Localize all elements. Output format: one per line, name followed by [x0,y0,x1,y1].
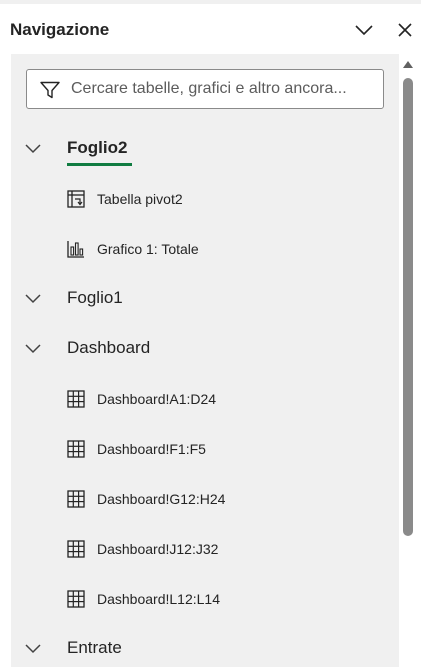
pane-header: Navigazione [0,4,421,54]
active-sheet-indicator [67,163,132,166]
tree-item-label: Tabella pivot2 [97,191,183,207]
search-input[interactable] [71,78,376,100]
tree-item-pivot-table[interactable]: Tabella pivot2 [11,179,399,219]
pane-title: Navigazione [10,20,110,39]
tree-group-dashboard[interactable]: Dashboard [11,329,399,369]
bar-chart-icon [67,241,84,258]
filter-icon [40,81,60,99]
range-grid-icon [67,390,85,408]
tree-group-label: Dashboard [67,338,151,357]
chevron-down-icon[interactable] [24,641,42,657]
tree-item-label: Dashboard!A1:D24 [97,391,217,407]
close-pane-button[interactable] [392,17,418,43]
tree-item-label: Dashboard!L12:L14 [97,591,220,607]
tree-group-label: Entrate [67,638,122,657]
tree-item-label: Dashboard!F1:F5 [97,441,206,457]
range-grid-icon [67,590,85,608]
navigation-tree-panel: Foglio2 Tabella pivot2 Grafico 1: Totale [11,54,399,667]
navigation-pane: Navigazione Foglio2 [0,0,421,667]
chevron-down-icon [355,25,373,36]
tree-item-label: Dashboard!J12:J32 [97,541,219,557]
tree-group-entrate[interactable]: Entrate [11,629,399,667]
tree-group-label: Foglio1 [67,288,123,307]
scrollbar-thumb[interactable] [403,78,413,536]
range-grid-icon [67,440,85,458]
collapse-pane-button[interactable] [351,17,377,43]
chevron-down-icon[interactable] [24,341,42,357]
tree-item-range[interactable]: Dashboard!F1:F5 [11,429,399,469]
tree-group-foglio1[interactable]: Foglio1 [11,279,399,319]
search-box[interactable] [26,69,384,109]
chevron-down-icon[interactable] [24,291,42,307]
tree-item-range[interactable]: Dashboard!L12:L14 [11,579,399,619]
tree-item-range[interactable]: Dashboard!J12:J32 [11,529,399,569]
tree-item-chart[interactable]: Grafico 1: Totale [11,229,399,269]
tree-item-label: Grafico 1: Totale [97,241,199,257]
tree-group-label: Foglio2 [67,138,128,157]
range-grid-icon [67,540,85,558]
tree-item-label: Dashboard!G12:H24 [97,491,226,507]
scroll-up-arrow-icon[interactable] [403,60,413,68]
pivot-table-icon [67,190,85,208]
range-grid-icon [67,490,85,508]
tree-group-foglio2[interactable]: Foglio2 [11,129,399,169]
tree-item-range[interactable]: Dashboard!G12:H24 [11,479,399,519]
chevron-down-icon[interactable] [24,141,42,157]
close-icon [398,23,412,37]
vertical-scrollbar[interactable] [400,54,416,667]
tree-item-range[interactable]: Dashboard!A1:D24 [11,379,399,419]
